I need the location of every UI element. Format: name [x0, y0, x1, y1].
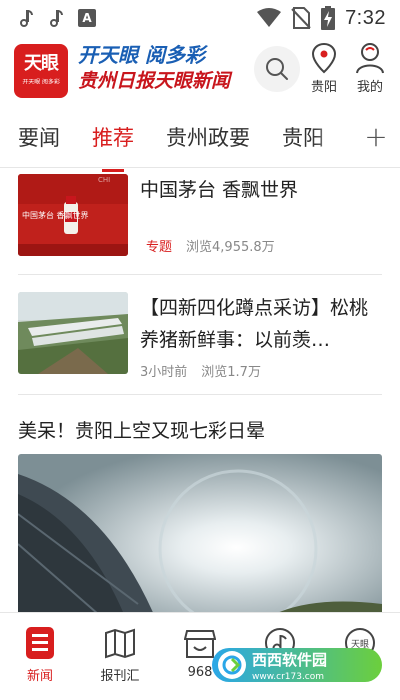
channel-tabs: 要闻 推荐 贵州政要 贵阳 + [0, 106, 400, 168]
logo-sub-text: 开天眼 阅多彩 [22, 78, 60, 86]
tab-yaowen[interactable]: 要闻 [18, 122, 60, 152]
thumbnail-caption: 中国茅台 香飘世界 [22, 211, 89, 220]
brand-slogan: 开天眼 阅多彩 贵州日报天眼新闻 [78, 42, 248, 94]
view-count: 浏览1.7万 [201, 365, 261, 380]
nav-baokanhui-label: 报刊汇 [100, 669, 140, 684]
thumbnail-corner-text: CHI [98, 176, 111, 184]
news-meta: 专题 浏览4,955.8万 [146, 236, 275, 255]
news-meta: 3小时前 浏览1.7万 [140, 361, 261, 380]
watermark-logo-icon [218, 651, 246, 679]
news-feed[interactable]: 中国茅台 香飘世界 CHI 中国茅台 香飘世界 专题 浏览4,955.8万 【四… [0, 168, 400, 612]
location-pin-icon [311, 42, 337, 74]
news-icon [26, 627, 54, 659]
site-watermark: 西西软件园 www.cr173.com [212, 648, 382, 682]
divider [18, 394, 382, 395]
battery-charging-icon [321, 6, 336, 30]
featured-news-image[interactable] [18, 454, 382, 612]
nav-news-label: 新闻 [26, 669, 53, 684]
brand-slogan-line2: 贵州日报天眼新闻 [78, 70, 231, 92]
location-button[interactable]: 贵阳 [304, 42, 344, 95]
brand-slogan-line1: 开天眼 阅多彩 [78, 43, 205, 67]
profile-label: 我的 [356, 80, 383, 95]
nav-news[interactable]: 新闻 [10, 627, 70, 684]
tab-guizhou-zhengyao[interactable]: 贵州政要 [166, 122, 250, 152]
news-thumbnail[interactable]: 中国茅台 香飘世界 CHI [18, 174, 128, 256]
status-bar: A 7:32 [0, 0, 400, 36]
search-icon [266, 58, 288, 80]
book-icon [105, 628, 135, 659]
profile-button[interactable]: 我的 [350, 42, 390, 95]
publish-time: 3小时前 [140, 365, 188, 380]
news-item[interactable]: 中国茅台 香飘世界 CHI 中国茅台 香飘世界 专题 浏览4,955.8万 [18, 174, 382, 260]
add-channel-button[interactable]: + [352, 106, 400, 166]
view-count: 浏览4,955.8万 [186, 240, 275, 255]
nav-968-label: 968 [187, 665, 213, 680]
no-sim-icon [291, 7, 311, 29]
news-item[interactable]: 【四新四化蹲点采访】松桃养猪新鲜事：以前羡… 3小时前 浏览1.7万 [18, 292, 382, 382]
watermark-sub-text: www.cr173.com [252, 671, 325, 682]
logo-main-text: 天眼 [24, 53, 59, 74]
tiktok-icon [18, 9, 34, 27]
tab-tuijian[interactable]: 推荐 [92, 122, 134, 152]
search-button[interactable] [254, 46, 300, 92]
wifi-icon [257, 8, 282, 27]
app-logo[interactable]: 天眼 开天眼 阅多彩 [14, 44, 68, 98]
news-thumbnail[interactable] [18, 292, 128, 374]
a-box-icon: A [78, 9, 96, 27]
tiktok-icon [48, 9, 64, 27]
news-title[interactable]: 【四新四化蹲点采访】松桃养猪新鲜事：以前羡… [140, 292, 382, 356]
featured-news-title[interactable]: 美呆！贵阳上空又现七彩日晕 [18, 416, 265, 443]
nav-baokanhui[interactable]: 报刊汇 [90, 627, 150, 684]
status-time: 7:32 [345, 6, 386, 29]
app-header: 天眼 开天眼 阅多彩 开天眼 阅多彩 贵州日报天眼新闻 贵阳 我的 [0, 36, 400, 102]
watermark-main-text: 西西软件园 [252, 650, 328, 669]
topic-tag: 专题 [146, 240, 173, 255]
divider [18, 274, 382, 275]
shop-icon [184, 630, 216, 658]
news-title[interactable]: 中国茅台 香飘世界 [140, 174, 382, 206]
user-profile-icon [356, 43, 384, 74]
location-label: 贵阳 [310, 80, 337, 95]
tab-fade [312, 106, 352, 166]
